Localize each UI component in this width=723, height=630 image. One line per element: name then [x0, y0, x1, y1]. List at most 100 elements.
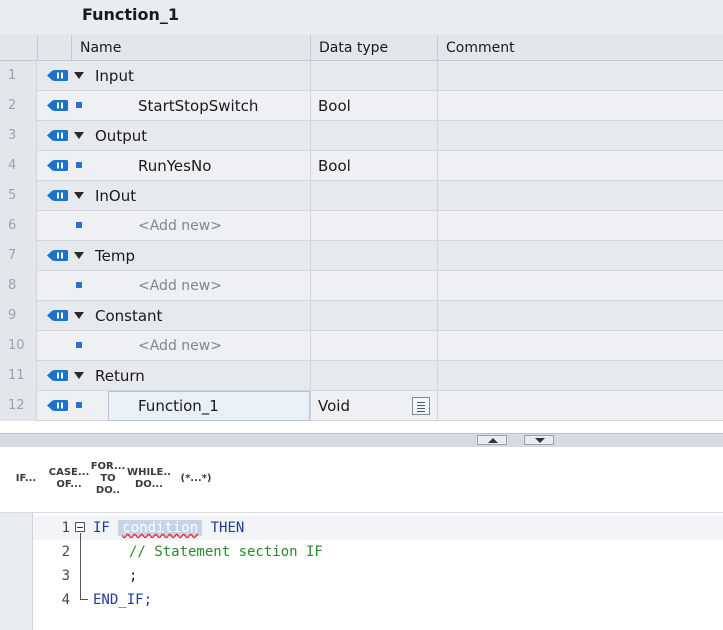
- column-divider: [310, 151, 311, 181]
- scl-code-editor[interactable]: 1 IF condition THEN 2 // Statement secti…: [0, 512, 723, 630]
- editor-gutter: [0, 513, 33, 630]
- table-row[interactable]: 3 Output: [0, 121, 723, 151]
- row-number: 8: [0, 271, 37, 301]
- detail-icon[interactable]: [412, 397, 430, 415]
- row-number: 6: [0, 211, 37, 241]
- table-row[interactable]: 12 Function_1 Void: [0, 391, 723, 421]
- column-divider: [310, 391, 311, 421]
- insert-comment-button[interactable]: (*...*): [174, 459, 218, 499]
- interface-io-icon: [47, 130, 68, 141]
- insert-for-button[interactable]: FOR... TO DO..: [89, 459, 127, 499]
- column-name[interactable]: Name: [71, 35, 310, 61]
- interface-io-icon: [47, 100, 68, 111]
- fold-collapse-icon[interactable]: [75, 522, 85, 532]
- variable-name[interactable]: Function_1: [138, 391, 219, 421]
- case-label-bottom: OF...: [56, 479, 82, 490]
- fold-end-mark: [80, 599, 88, 600]
- triangle-down-icon[interactable]: [74, 192, 84, 199]
- code-line-3[interactable]: 3 ;: [33, 564, 723, 588]
- table-row[interactable]: 8 <Add new>: [0, 271, 723, 301]
- table-row[interactable]: 9 Constant: [0, 301, 723, 331]
- column-divider: [310, 331, 311, 361]
- row-number: 12: [0, 391, 37, 421]
- column-divider: [310, 241, 311, 271]
- for-label-bottom: TO DO..: [95, 473, 121, 496]
- column-divider: [437, 331, 438, 361]
- data-type-cell[interactable]: Bool: [318, 151, 351, 181]
- code-line-2[interactable]: 2 // Statement section IF: [33, 533, 723, 564]
- column-divider: [437, 301, 438, 331]
- table-row[interactable]: 1 Input: [0, 61, 723, 91]
- column-divider: [437, 121, 438, 151]
- block-title-bar: Function_1: [0, 0, 723, 35]
- row-number: 9: [0, 301, 37, 331]
- triangle-down-icon[interactable]: [74, 372, 84, 379]
- add-new-placeholder[interactable]: <Add new>: [138, 211, 222, 241]
- column-data-type[interactable]: Data type: [310, 35, 437, 61]
- table-header: Name Data type Comment: [0, 35, 723, 61]
- interface-io-icon: [47, 160, 68, 171]
- data-type-cell[interactable]: Void: [318, 391, 350, 421]
- column-divider: [437, 391, 438, 421]
- interface-table: Name Data type Comment 1 Input 2 StartStopS…: [0, 35, 723, 443]
- triangle-down-icon[interactable]: [74, 312, 84, 319]
- interface-io-icon: [47, 400, 68, 411]
- row-number: 4: [0, 151, 37, 181]
- column-divider: [310, 211, 311, 241]
- insert-while-button[interactable]: WHILE.. DO...: [127, 459, 171, 499]
- column-comment[interactable]: Comment: [437, 35, 723, 61]
- table-row[interactable]: 11 Return: [0, 361, 723, 391]
- interface-io-icon: [47, 310, 68, 321]
- interface-io-icon: [47, 250, 68, 261]
- interface-io-icon: [47, 70, 68, 81]
- insert-if-button[interactable]: IF...: [12, 459, 40, 499]
- collapse-up-icon[interactable]: [477, 435, 507, 445]
- column-divider: [437, 271, 438, 301]
- column-divider: [437, 241, 438, 271]
- while-label-top: WHILE..: [127, 467, 171, 478]
- table-row[interactable]: 7 Temp: [0, 241, 723, 271]
- row-number: 1: [0, 61, 37, 91]
- triangle-down-icon[interactable]: [74, 252, 84, 259]
- collapse-down-icon[interactable]: [524, 435, 554, 445]
- condition-placeholder[interactable]: condition: [118, 520, 203, 536]
- table-row[interactable]: 4 RunYesNo Bool: [0, 151, 723, 181]
- table-row[interactable]: 5 InOut: [0, 181, 723, 211]
- data-type-cell[interactable]: Bool: [318, 91, 351, 121]
- table-row[interactable]: 6 <Add new>: [0, 211, 723, 241]
- variable-name[interactable]: RunYesNo: [138, 151, 211, 181]
- column-divider: [310, 61, 311, 91]
- code-line-1[interactable]: 1 IF condition THEN: [33, 516, 723, 540]
- row-number: 3: [0, 121, 37, 151]
- column-divider: [310, 301, 311, 331]
- blue-square-icon: [76, 222, 82, 228]
- column-divider: [437, 151, 438, 181]
- line-number: 3: [61, 568, 70, 584]
- code-line-4[interactable]: 4 END_IF;: [33, 588, 723, 612]
- table-row[interactable]: 10 <Add new>: [0, 331, 723, 361]
- row-number: 2: [0, 91, 37, 121]
- line-number: 4: [61, 592, 70, 608]
- fold-guide: [80, 533, 81, 564]
- blue-square-icon: [76, 282, 82, 288]
- column-divider: [310, 361, 311, 391]
- code-comment: // Statement section IF: [129, 544, 323, 560]
- add-new-placeholder[interactable]: <Add new>: [138, 331, 222, 361]
- section-name: Output: [95, 127, 148, 145]
- while-label-bottom: DO...: [135, 479, 163, 490]
- keyword-then: THEN: [210, 520, 245, 536]
- insert-case-button[interactable]: CASE... OF...: [49, 459, 90, 499]
- blue-square-icon: [76, 342, 82, 348]
- row-number: 7: [0, 241, 37, 271]
- block-title: Function_1: [82, 5, 180, 24]
- column-divider: [437, 61, 438, 91]
- column-divider: [310, 181, 311, 211]
- section-name: InOut: [95, 187, 137, 205]
- panel-splitter[interactable]: [0, 433, 723, 447]
- triangle-down-icon[interactable]: [74, 72, 84, 79]
- triangle-down-icon[interactable]: [74, 132, 84, 139]
- column-divider: [437, 91, 438, 121]
- add-new-placeholder[interactable]: <Add new>: [138, 271, 222, 301]
- variable-name[interactable]: StartStopSwitch: [138, 91, 258, 121]
- table-row[interactable]: 2 StartStopSwitch Bool: [0, 91, 723, 121]
